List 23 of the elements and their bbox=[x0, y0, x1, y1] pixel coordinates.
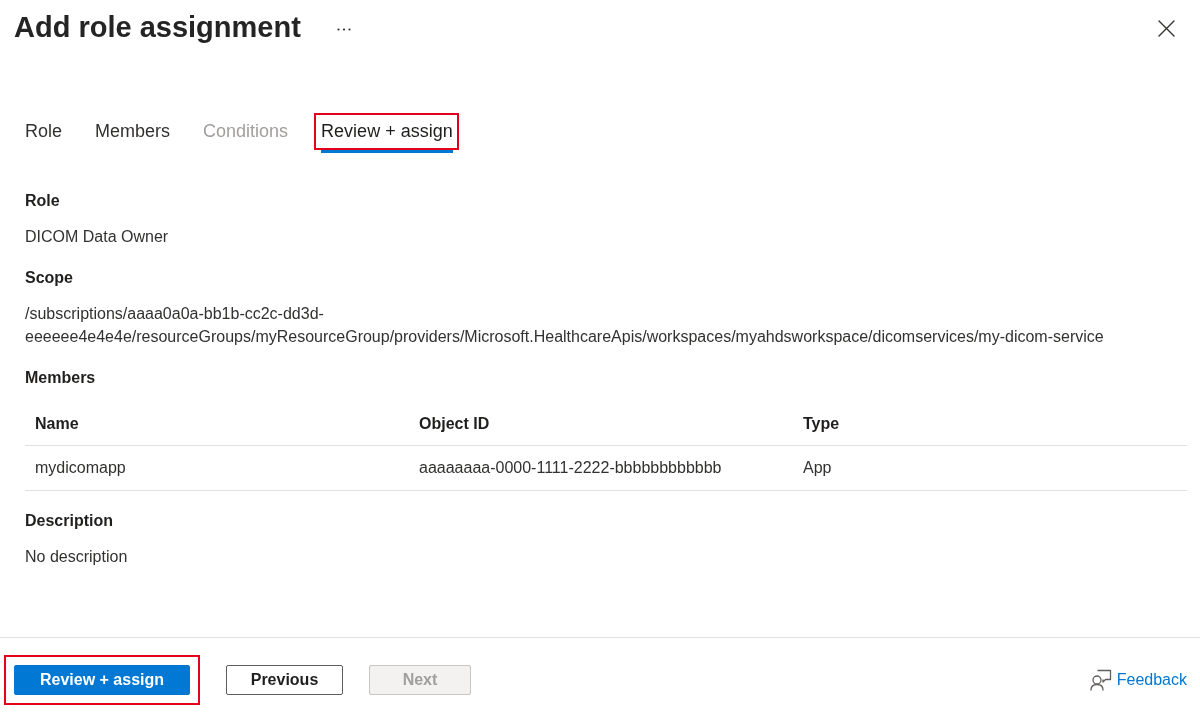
section-heading: Description bbox=[25, 511, 114, 531]
feedback-link[interactable]: Feedback bbox=[1089, 667, 1187, 692]
column-header: Object ID bbox=[418, 413, 491, 434]
tab[interactable]: Role bbox=[25, 113, 63, 153]
tab[interactable]: Members bbox=[95, 113, 171, 153]
section-value: No description bbox=[25, 547, 129, 567]
section-heading: Scope bbox=[25, 268, 74, 288]
footer-button[interactable]: Previous bbox=[226, 664, 343, 695]
dialog-title: Add role assignment bbox=[14, 10, 301, 46]
person-speech-bubble-icon bbox=[1089, 668, 1112, 691]
table-cell-text: mydicomapp bbox=[34, 458, 127, 478]
section-value: DICOM Data Owner bbox=[25, 227, 170, 247]
close-icon[interactable] bbox=[1158, 19, 1175, 37]
column-header: Type bbox=[802, 413, 841, 434]
section-heading: Role bbox=[25, 191, 61, 211]
table-cell-text: App bbox=[802, 458, 833, 478]
tab[interactable]: Review + assign bbox=[321, 113, 453, 153]
column-header: Name bbox=[34, 413, 80, 434]
section-value: /subscriptions/aaaa0a0a-bb1b-cc2c-dd3d-eeeeee4e4e4e/resourceGroups/myResourceGroup/providers/Microsoft.HealthcareApis/workspaces/myahdsworkspace/dicomservices/my-dicom-service bbox=[25, 304, 1105, 347]
table-cell-text: aaaaaaaa-0000-1111-2222-bbbbbbbbbbbb bbox=[418, 458, 723, 478]
more-icon[interactable] bbox=[336, 27, 351, 31]
section-heading: Members bbox=[25, 368, 97, 388]
footer-button[interactable]: Review + assign bbox=[14, 664, 190, 695]
